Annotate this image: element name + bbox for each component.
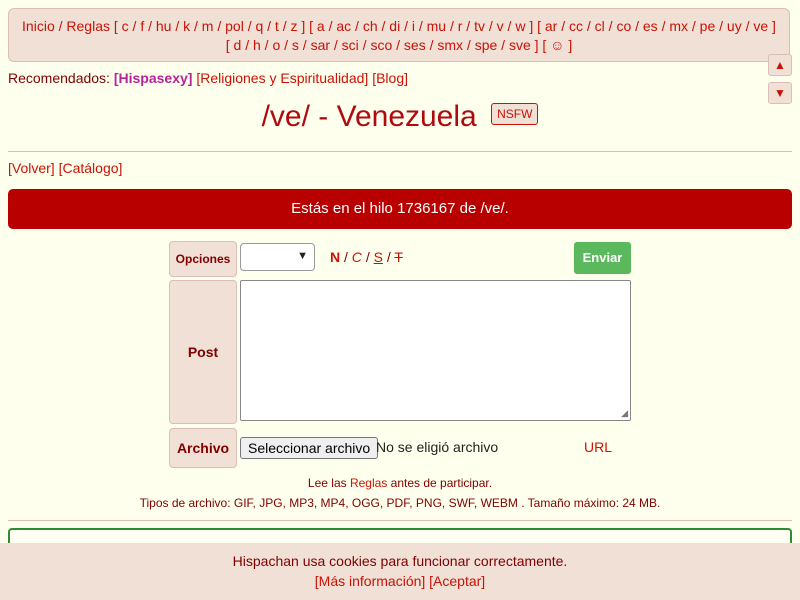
underline-button[interactable]: S	[374, 249, 383, 265]
cookie-accept-link[interactable]: [Aceptar]	[429, 573, 485, 589]
cookie-actions: [Más información] [Aceptar]	[0, 573, 800, 589]
format-separator: /	[365, 249, 370, 265]
format-separator: /	[344, 249, 348, 265]
board-navigation: Inicio / Reglas [ c / f / hu / k / m / p…	[8, 8, 790, 62]
thread-nav: [Volver] [Catálogo]	[8, 160, 122, 176]
rules-suffix: antes de participar.	[390, 476, 493, 490]
board-nav-line-2[interactable]: [ d / h / o / s / sar / sci / sco / ses …	[9, 36, 789, 55]
cookie-banner: Hispachan usa cookies para funcionar cor…	[0, 543, 800, 600]
back-link[interactable]: [Volver]	[8, 160, 55, 176]
rules-prefix: Lee las	[307, 476, 347, 490]
url-link[interactable]: URL	[584, 439, 612, 455]
page-title: /ve/ - Venezuela	[261, 100, 477, 133]
cookie-more-info-link[interactable]: [Más información]	[315, 573, 425, 589]
board-title-row: /ve/ - Venezuela NSFW	[0, 98, 800, 136]
divider	[8, 151, 792, 152]
post-textarea[interactable]: ◢	[240, 280, 631, 421]
thread-banner: Estás en el hilo 1736167 de /ve/.	[8, 189, 792, 229]
bold-button[interactable]: N	[330, 249, 340, 265]
strike-button[interactable]: T	[394, 249, 403, 265]
format-buttons: N / C / S / T	[330, 249, 403, 265]
options-select[interactable]: ▼	[240, 243, 315, 271]
recommended-link-blog[interactable]: [Blog]	[372, 70, 408, 86]
filetypes-info: Tipos de archivo: GIF, JPG, MP3, MP4, OG…	[139, 496, 661, 510]
options-label: Opciones	[169, 241, 237, 277]
board-nav-line-1[interactable]: Inicio / Reglas [ c / f / hu / k / m / p…	[9, 17, 789, 36]
nsfw-badge: NSFW	[491, 103, 539, 126]
file-select-button[interactable]: Seleccionar archivo	[240, 437, 379, 459]
chevron-down-icon: ▼	[297, 250, 308, 262]
rules-notice: Lee las Reglas antes de participar.	[0, 476, 800, 490]
submit-button[interactable]: Enviar	[574, 242, 631, 274]
file-label: Archivo	[169, 428, 237, 468]
italic-button[interactable]: C	[352, 249, 362, 265]
post-label: Post	[169, 280, 237, 424]
divider	[8, 520, 792, 521]
cookie-message: Hispachan usa cookies para funcionar cor…	[232, 553, 568, 569]
recommended-bar: Recomendados: [Hispasexy] [Religiones y …	[8, 70, 408, 86]
scroll-up-button[interactable]: ▲	[768, 54, 792, 76]
resize-grip-icon[interactable]: ◢	[621, 408, 628, 419]
recommended-label: Recomendados:	[8, 70, 110, 86]
recommended-link-religiones[interactable]: [Religiones y Espiritualidad]	[196, 70, 368, 86]
format-separator: /	[386, 249, 391, 265]
catalog-link[interactable]: [Catálogo]	[59, 160, 123, 176]
recommended-link-hispasexy[interactable]: [Hispasexy]	[114, 70, 193, 86]
rules-link[interactable]: Reglas	[350, 476, 387, 490]
file-status: No se eligió archivo	[376, 439, 499, 455]
